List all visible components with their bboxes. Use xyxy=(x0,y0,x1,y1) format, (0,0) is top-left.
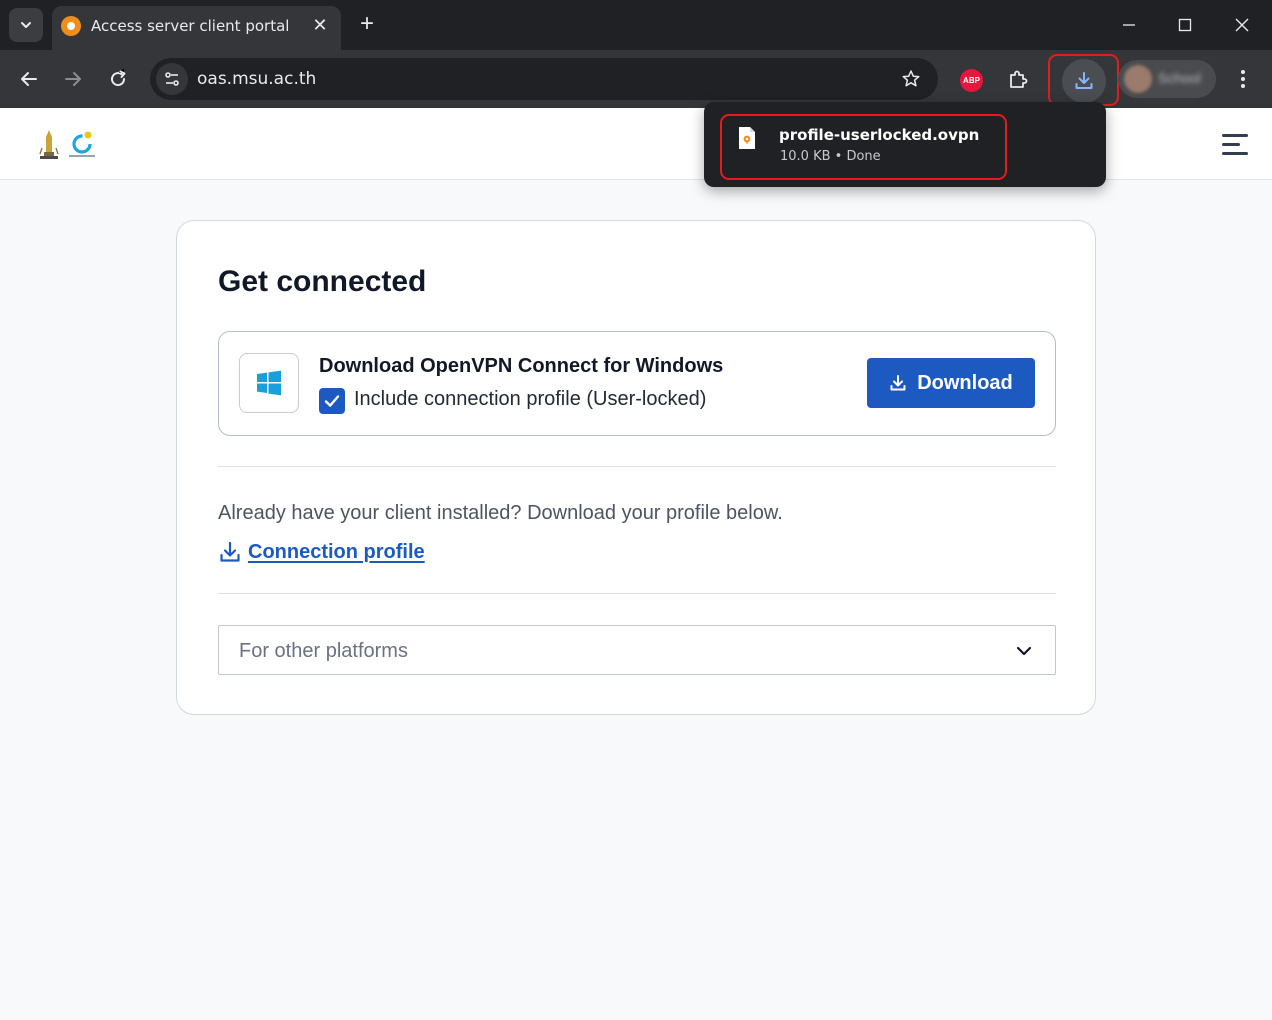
back-button[interactable] xyxy=(13,63,45,95)
extensions-button[interactable] xyxy=(1002,64,1034,96)
connection-profile-link[interactable]: Connection profile xyxy=(218,537,425,567)
more-menu-icon xyxy=(1241,70,1245,88)
connection-profile-label: Connection profile xyxy=(248,540,425,563)
download-bubble: profile-userlocked.ovpn 10.0 KB • Done xyxy=(704,102,1106,187)
divider xyxy=(218,466,1056,467)
maximize-icon xyxy=(1178,18,1192,32)
chevron-down-icon xyxy=(21,22,31,28)
card-title: Get connected xyxy=(218,265,427,298)
site-info-button[interactable] xyxy=(156,63,188,95)
more-menu-button[interactable] xyxy=(1230,63,1256,95)
adblock-plus-icon[interactable]: ABP xyxy=(960,69,983,92)
extensions-icon xyxy=(1010,70,1028,88)
maximize-button[interactable] xyxy=(1170,10,1200,40)
divider xyxy=(218,593,1056,594)
download-title: Download OpenVPN Connect for Windows xyxy=(319,355,724,377)
other-platforms-label: For other platforms xyxy=(239,640,408,662)
favicon-openvpn-icon xyxy=(61,16,81,36)
download-icon xyxy=(890,375,906,391)
address-bar[interactable]: oas.msu.ac.th xyxy=(150,58,938,100)
download-button[interactable]: Download xyxy=(867,358,1035,408)
url-text[interactable]: oas.msu.ac.th xyxy=(197,69,316,89)
downloads-highlight xyxy=(1048,54,1119,106)
close-window-icon xyxy=(1235,18,1249,32)
minimize-icon xyxy=(1123,24,1135,26)
forward-button[interactable] xyxy=(57,63,89,95)
avatar xyxy=(1124,65,1152,93)
minimize-button[interactable] xyxy=(1114,10,1144,40)
get-connected-card: Get connected Download OpenVPN Connect f… xyxy=(176,220,1096,715)
browser-tab[interactable]: Access server client portal ✕ xyxy=(52,6,341,50)
browser-titlebar: Access server client portal ✕ + xyxy=(0,0,1272,50)
new-tab-button[interactable]: + xyxy=(352,8,382,42)
other-platforms-dropdown[interactable]: For other platforms xyxy=(218,625,1056,675)
bookmark-star-icon xyxy=(902,70,920,87)
download-icon xyxy=(220,541,240,562)
chevron-down-icon xyxy=(1016,646,1032,656)
site-info-icon xyxy=(165,72,179,86)
windows-logo-icon xyxy=(239,353,299,413)
include-profile-label[interactable]: Include connection profile (User-locked) xyxy=(354,388,706,411)
university-logo[interactable] xyxy=(36,128,106,162)
checkmark-icon xyxy=(324,395,340,407)
back-icon xyxy=(21,72,37,86)
hamburger-menu-icon[interactable] xyxy=(1222,134,1250,156)
windows-download-box: Download OpenVPN Connect for Windows Inc… xyxy=(218,331,1056,436)
forward-icon xyxy=(65,72,81,86)
bookmark-button[interactable] xyxy=(898,66,924,92)
profile-button[interactable]: School xyxy=(1118,60,1216,98)
browser-toolbar: oas.msu.ac.th ABP School xyxy=(0,50,1272,108)
reload-icon xyxy=(111,69,126,87)
reload-button[interactable] xyxy=(102,63,134,95)
tab-search-button[interactable] xyxy=(9,8,43,42)
include-profile-checkbox[interactable] xyxy=(319,388,345,414)
download-button-label: Download xyxy=(917,371,1013,394)
profile-name: School xyxy=(1158,70,1201,86)
tab-title: Access server client portal xyxy=(91,17,290,35)
already-installed-text: Already have your client installed? Down… xyxy=(218,502,783,524)
tab-close-button[interactable]: ✕ xyxy=(309,15,331,37)
download-item-highlight xyxy=(720,114,1007,180)
close-window-button[interactable] xyxy=(1227,10,1257,40)
